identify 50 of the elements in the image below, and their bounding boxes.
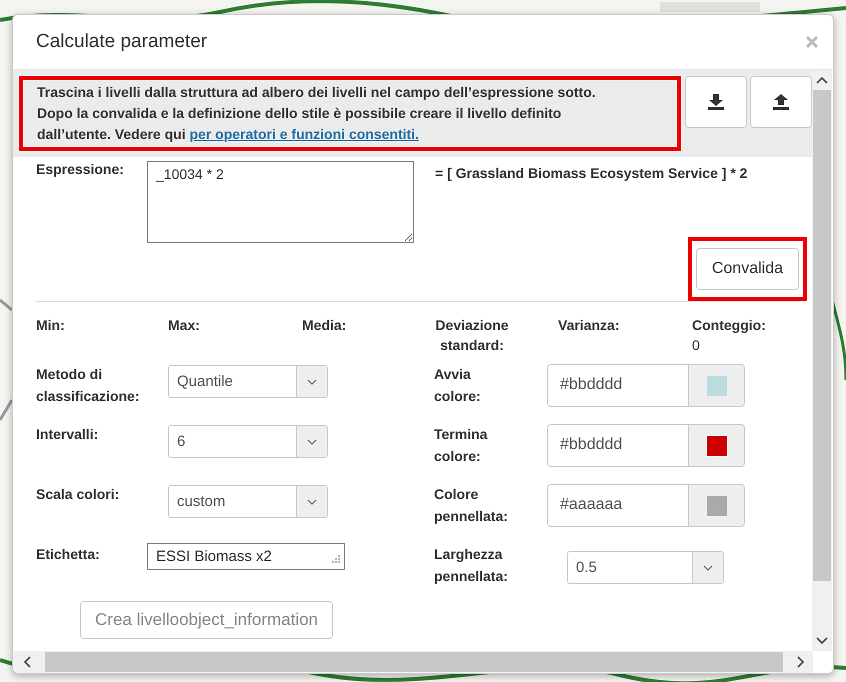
- text-field[interactable]: ESSI Biomass x2: [147, 543, 345, 570]
- stat-label: Deviazione standard:: [434, 316, 510, 355]
- resize-grip-icon: [330, 553, 340, 563]
- dropdown[interactable]: Quantile: [168, 365, 328, 398]
- color-field[interactable]: #bbdddd: [547, 424, 689, 467]
- caret-icon: [305, 376, 319, 386]
- close-icon: [805, 35, 819, 49]
- dropdown[interactable]: custom: [168, 485, 328, 518]
- dropdown[interactable]: 0.5: [567, 551, 724, 584]
- field-label: Espressione:: [36, 161, 125, 177]
- upload-icon: [772, 93, 790, 111]
- stat-label: Conteggio:: [692, 316, 767, 335]
- scroll-left-icon: [23, 656, 31, 668]
- help-link[interactable]: per operatori e funzioni consentiti.: [189, 126, 419, 142]
- stat-label: Min:: [36, 316, 66, 335]
- field-label: Colore pennellata:: [434, 485, 509, 526]
- stat-label: Max:: [168, 316, 201, 335]
- caret-icon: [305, 496, 319, 506]
- stat-label: Varianza:: [558, 316, 620, 335]
- color-picker-button[interactable]: [689, 424, 745, 467]
- scroll-up-icon: [816, 76, 828, 84]
- caret-icon: [305, 436, 319, 446]
- scroll-down-icon: [816, 637, 828, 645]
- field-label: Termina colore:: [434, 425, 488, 466]
- result-text: = [ Grassland Biomass Ecosystem Service ] * 2: [435, 164, 748, 183]
- scroll-right-icon: [797, 656, 805, 668]
- color-picker-button[interactable]: [689, 484, 745, 527]
- validate-button[interactable]: Convalida: [696, 248, 799, 290]
- field-label: Metodo di classificazione:: [36, 365, 140, 406]
- stat-label: Media:: [302, 316, 348, 335]
- field-label: Scala colori:: [36, 485, 120, 504]
- close-button[interactable]: [803, 33, 821, 51]
- create-layer-button[interactable]: Crea livelloobject_information: [80, 601, 334, 639]
- color-field[interactable]: #aaaaaa: [547, 484, 689, 527]
- horizontal-scrollbar[interactable]: [13, 651, 813, 673]
- stat-value: 0: [692, 336, 701, 355]
- caret-icon: [701, 562, 715, 572]
- upload-button[interactable]: [750, 76, 812, 128]
- download-button[interactable]: [685, 76, 747, 128]
- notice-text: Trascina i livelli dalla struttura ad albero dei livelli nel campo dell’espressione sotto. Dopo la convalida e la definizione dello stile è possibile creare il livello definito dall’utente. Vedere qui per operatori e funzioni consentiti.: [19, 76, 681, 151]
- expression-field[interactable]: _10034 * 2: [147, 161, 414, 243]
- dropdown[interactable]: 6: [168, 425, 328, 458]
- color-field[interactable]: #bbdddd: [547, 364, 689, 407]
- field-label: Intervalli:: [36, 425, 100, 444]
- download-icon: [707, 93, 725, 111]
- vertical-scrollbar[interactable]: [812, 70, 832, 651]
- field-label: Avvia colore:: [434, 365, 482, 406]
- field-label: Larghezza pennellata:: [434, 545, 509, 586]
- dialog-title: Calculate parameter: [36, 31, 208, 53]
- color-picker-button[interactable]: [689, 364, 745, 407]
